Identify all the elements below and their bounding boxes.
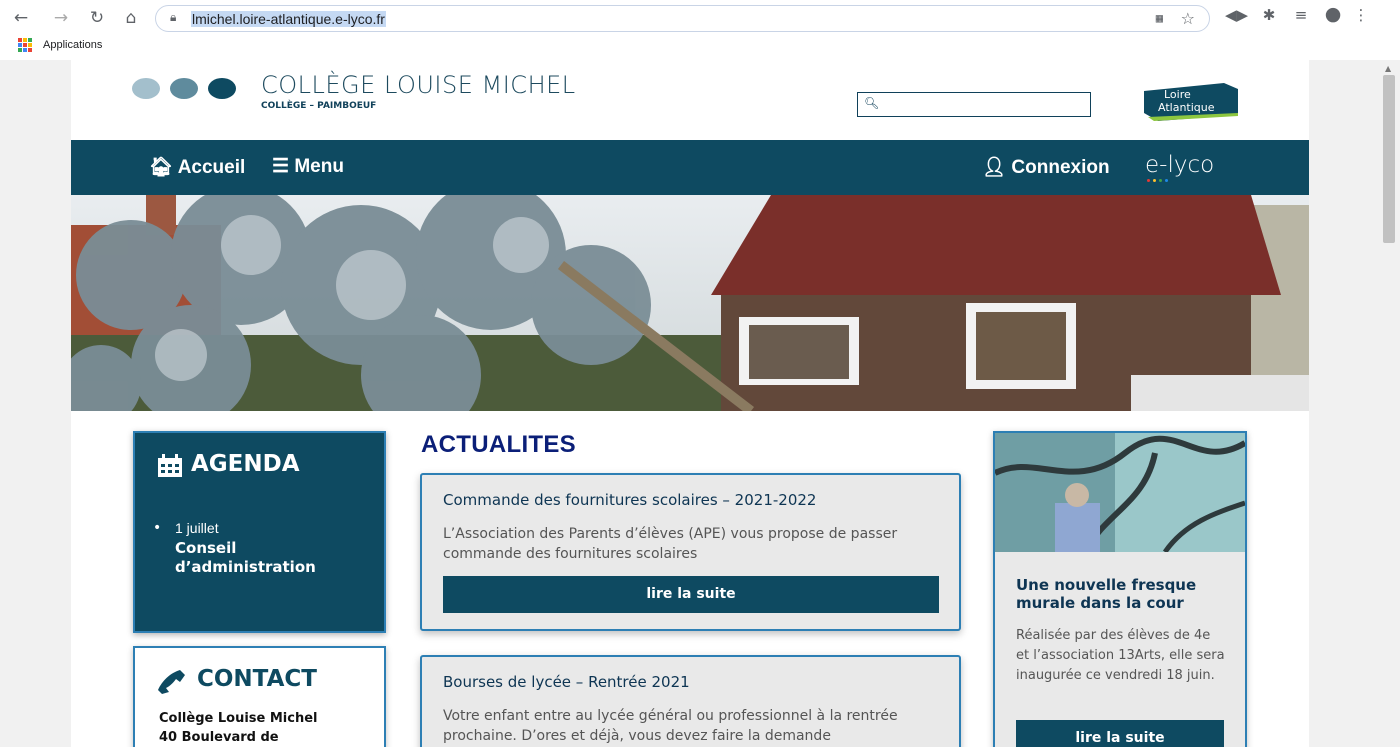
profile-icon[interactable]: ●: [1322, 3, 1344, 25]
news-card-excerpt: L’Association des Parents d’élèves (APE)…: [443, 526, 898, 562]
bookmarks-bar: Applications: [0, 36, 1400, 56]
hamburger-icon: ☰: [272, 156, 290, 177]
contact-panel: CONTACT Collège Louise Michel 40 Bouleva…: [133, 646, 386, 747]
elyco-dots: [1147, 179, 1168, 182]
forward-icon[interactable]: →: [48, 6, 74, 30]
mural-image[interactable]: [995, 433, 1245, 552]
feature-title[interactable]: Une nouvelle fresque murale dans la cour: [1016, 576, 1226, 612]
user-icon: 👤︎: [982, 157, 1007, 178]
svg-text:Loire: Loire: [1164, 88, 1191, 101]
search-input[interactable]: 🔍︎: [857, 92, 1091, 117]
svg-text:Atlantique: Atlantique: [1158, 101, 1215, 114]
news-card: Commande des fournitures scolaires – 202…: [420, 473, 961, 631]
bullet-icon: •: [153, 520, 162, 536]
menu-icon[interactable]: ⋮: [1350, 6, 1372, 24]
scrollbar[interactable]: ▲: [1379, 60, 1400, 747]
home-icon: 🏠︎: [149, 157, 174, 178]
contact-heading: CONTACT: [197, 666, 317, 692]
url-text[interactable]: lmichel.loire-atlantique.e-lyco.fr: [191, 11, 386, 27]
scrollbar-thumb[interactable]: [1383, 75, 1395, 243]
web-page: COLLÈGE LOUISE MICHEL COLLÈGE – PAIMBOEU…: [71, 60, 1309, 747]
home-icon[interactable]: ⌂: [118, 6, 144, 30]
contact-line-2: 40 Boulevard de: [159, 730, 279, 745]
nav-home-label: Accueil: [177, 157, 246, 178]
phone-icon: [158, 670, 185, 694]
hero-image: [71, 195, 1309, 411]
loire-atlantique-logo[interactable]: Loire Atlantique: [1144, 81, 1238, 121]
back-icon[interactable]: ←: [8, 6, 34, 30]
news-card-excerpt: Votre enfant entre au lycée général ou p…: [443, 708, 898, 744]
reading-list-icon[interactable]: ≡: [1290, 6, 1312, 24]
news-card-title[interactable]: Commande des fournitures scolaires – 202…: [443, 491, 816, 509]
nav-home-link[interactable]: 🏠︎ Accueil: [149, 155, 245, 179]
lock-icon[interactable]: 🔒︎: [170, 10, 176, 25]
nav-menu-button[interactable]: ☰ Menu: [272, 155, 344, 178]
main-nav: 🏠︎ Accueil ☰ Menu 👤︎ Connexion e-lyco: [71, 140, 1309, 195]
read-more-button[interactable]: lire la suite: [1016, 720, 1224, 747]
logo-dots: [132, 78, 236, 99]
feature-card: Une nouvelle fresque murale dans la cour…: [993, 431, 1247, 747]
news-card-title[interactable]: Bourses de lycée – Rentrée 2021: [443, 673, 690, 691]
site-subtitle: COLLÈGE – PAIMBOEUF: [261, 101, 377, 111]
elyco-logo[interactable]: e-lyco: [1145, 152, 1214, 178]
agenda-panel: AGENDA • 1 juillet Conseil d’administrat…: [133, 431, 386, 633]
feature-excerpt: Réalisée par des élèves de 4e et l’assoc…: [1016, 628, 1225, 683]
nav-menu-label: Menu: [294, 156, 344, 177]
scroll-up-icon[interactable]: ▲: [1385, 64, 1391, 73]
read-more-button[interactable]: lire la suite: [443, 576, 939, 613]
nav-login-label: Connexion: [1011, 157, 1110, 178]
address-bar[interactable]: 🔒︎ lmichel.loire-atlantique.e-lyco.fr ▦ …: [155, 5, 1210, 32]
search-icon[interactable]: 🔍︎: [864, 96, 879, 110]
agenda-heading: AGENDA: [191, 451, 300, 477]
news-heading: ACTUALITES: [421, 431, 576, 458]
calendar-icon: [158, 454, 182, 477]
contact-line-1: Collège Louise Michel: [159, 711, 318, 726]
site-title[interactable]: COLLÈGE LOUISE MICHEL: [261, 71, 576, 99]
apps-icon[interactable]: [18, 38, 32, 52]
star-icon[interactable]: ☆: [1181, 9, 1195, 28]
extensions-icon[interactable]: ✱: [1258, 6, 1280, 24]
agenda-item-title[interactable]: Conseil d’administration: [175, 539, 355, 577]
qr-icon[interactable]: ▦: [1156, 11, 1163, 25]
agenda-item-date: 1 juillet: [175, 520, 219, 536]
browser-chrome: ← → ↻ ⌂ 🔒︎ lmichel.loire-atlantique.e-ly…: [0, 0, 1400, 60]
reload-icon[interactable]: ↻: [84, 6, 110, 30]
media-icon[interactable]: ◀▶: [1225, 6, 1248, 24]
news-card: Bourses de lycée – Rentrée 2021 Votre en…: [420, 655, 961, 747]
nav-login-link[interactable]: 👤︎ Connexion: [982, 155, 1110, 179]
apps-bookmark-label[interactable]: Applications: [43, 39, 102, 51]
